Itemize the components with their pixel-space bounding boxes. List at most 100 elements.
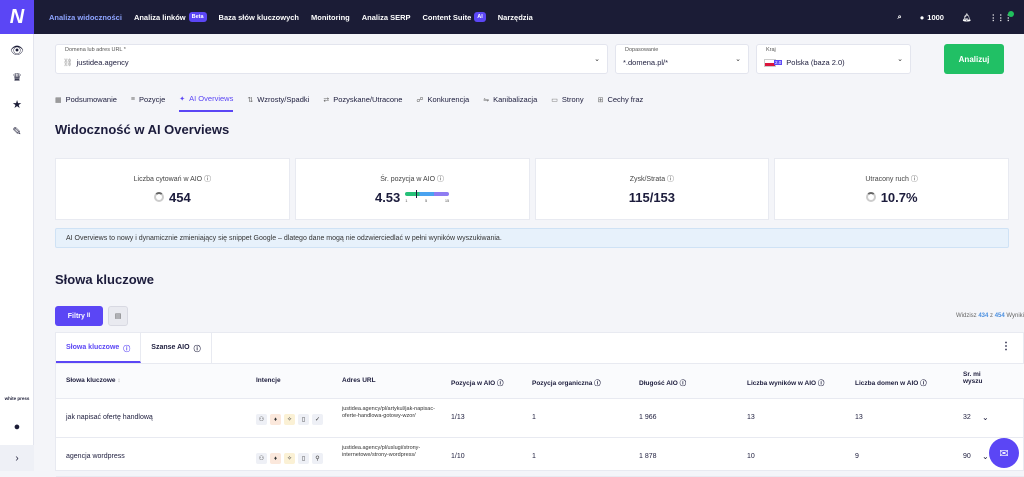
results-shown: 434 xyxy=(978,313,989,319)
tab-cannibalization[interactable]: ⇋ Kanibalizacja xyxy=(483,94,537,112)
subtab-keywords[interactable]: Słowa kluczowe ⓘ xyxy=(56,333,142,363)
col-organic-position[interactable]: Pozycja organiczna ⓘ xyxy=(532,377,601,387)
search-icon[interactable]: ⌕ xyxy=(898,12,902,22)
aio-length-cell: 1 878 xyxy=(639,453,657,460)
col-aio-length[interactable]: Długość AIO ⓘ xyxy=(639,377,686,387)
col-intents[interactable]: Intencje xyxy=(256,377,281,384)
wrench-icon[interactable]: ✎ xyxy=(0,125,34,138)
aio-length-cell: 1 966 xyxy=(639,414,657,421)
results-prefix: Widzisz xyxy=(955,313,977,319)
app-logo[interactable]: N xyxy=(0,0,34,34)
col-aio-results[interactable]: Liczba wyników w AIO ⓘ xyxy=(747,377,824,387)
table-header: Słowa kluczowe ↕ Intencje Adres URL Pozy… xyxy=(56,363,1024,399)
nav-serp-analysis[interactable]: Analiza SERP xyxy=(362,13,411,22)
metric-value: 115/153 xyxy=(628,189,676,205)
credits-counter[interactable]: ● 1000 xyxy=(920,13,944,22)
filters-label: Filtry xyxy=(67,312,85,320)
domain-field[interactable]: Domena lub adres URL * ⛓ justidea.agency … xyxy=(55,44,608,74)
credits-value: 1000 xyxy=(927,12,944,22)
metric-label-wrap: Liczba cytowań w AIO ⓘ xyxy=(134,174,211,184)
nav-keyword-database[interactable]: Baza słów kluczowych xyxy=(219,13,299,22)
url-cell[interactable]: justidea.agency/pl/artykul/jak-napisac-o… xyxy=(342,406,442,420)
nav-tools[interactable]: Narzędzia xyxy=(498,13,533,22)
star-icon[interactable]: ★ xyxy=(0,98,34,111)
chat-support-button[interactable]: ✉ xyxy=(989,438,1019,468)
tab-competition[interactable]: ☍ Konkurencja xyxy=(416,94,469,112)
status-dot xyxy=(1008,10,1014,17)
col-label: Długość AIO xyxy=(639,380,678,387)
tab-label: Podsumowanie xyxy=(65,95,117,104)
match-select[interactable]: Dopasowanie *.domena.pl/* ⌄ xyxy=(615,44,749,74)
tab-gains-losses[interactable]: ⇅ Wzrosty/Spadki xyxy=(247,94,309,112)
trophy-icon[interactable]: ♛ xyxy=(0,71,34,84)
expand-sidebar-button[interactable]: › xyxy=(0,445,34,471)
top-navigation-bar: N Analiza widoczności Analiza linków Beta… xyxy=(0,0,1024,34)
more-options-icon[interactable]: ⋮ xyxy=(1001,341,1011,352)
nav-visibility-analysis[interactable]: Analiza widoczności xyxy=(49,13,122,22)
apps-grid-icon[interactable]: ⋮⋮⋮ xyxy=(990,10,1014,22)
analysis-tabs: ▦ Podsumowanie ≡ Pozycje ✦ AI Overviews ⇅ Wz… xyxy=(55,94,643,112)
lightbulb-icon[interactable]: ● xyxy=(0,421,34,433)
col-label: Pozycja w AIO xyxy=(451,380,496,387)
nav-monitoring[interactable]: Monitoring xyxy=(311,13,350,22)
tab-phrase-features[interactable]: ⊞ Cechy fraz xyxy=(598,94,644,112)
country-select[interactable]: Kraj 2.0 Polska (baza 2.0) ⌄ xyxy=(756,44,911,74)
subtab-aio-opportunities[interactable]: Szanse AIO ⓘ xyxy=(141,333,212,363)
info-icon[interactable]: ⓘ xyxy=(667,176,674,183)
tab-acquired-lost[interactable]: ⇄ Pozyskane/Utracone xyxy=(323,94,402,112)
metric-cards: Liczba cytowań w AIO ⓘ 454 Śr. pozycja w… xyxy=(55,158,1009,220)
tab-summary[interactable]: ▦ Podsumowanie xyxy=(55,94,117,112)
col-aio-position[interactable]: Pozycja w AIO ⓘ xyxy=(451,377,504,387)
col-avg-search[interactable]: Śr. mi wyszu xyxy=(963,371,993,391)
metric-label: Liczba cytowań w AIO xyxy=(133,175,203,183)
organic-position-cell: 1 xyxy=(532,414,536,421)
bell-icon[interactable]: 🔔︎ xyxy=(962,13,972,22)
cannibalization-icon: ⇋ xyxy=(483,96,490,104)
nav-link-analysis[interactable]: Analiza linków Beta xyxy=(134,12,207,22)
domain-value-wrap: ⛓ justidea.agency xyxy=(63,58,129,67)
metric-value-wrap: 454 xyxy=(154,190,191,205)
match-value: *.domena.pl/* xyxy=(623,58,669,67)
loading-icon xyxy=(154,192,165,202)
info-icon: ⓘ xyxy=(679,380,687,387)
col-aio-domains[interactable]: Liczba domen w AIO ⓘ xyxy=(855,377,927,387)
table-row[interactable]: agencja wordpress ⚇ ♦ ✧ ▯ ⚲ justidea.age… xyxy=(56,439,1024,477)
info-icon[interactable]: ⓘ xyxy=(204,176,211,183)
filters-button[interactable]: Filtry II xyxy=(55,306,103,326)
page-title: Widoczność w AI Overviews xyxy=(55,122,230,137)
subtab-label: Słowa kluczowe xyxy=(66,344,120,351)
main-content: Domena lub adres URL * ⛓ justidea.agency … xyxy=(34,34,1024,477)
competition-icon: ☍ xyxy=(416,96,424,104)
compass-icon: ✧ xyxy=(284,453,295,464)
tab-ai-overviews[interactable]: ✦ AI Overviews xyxy=(179,94,234,112)
save-filter-button[interactable]: ▤ xyxy=(108,306,128,326)
expand-row-icon[interactable]: ⌄ xyxy=(982,452,989,461)
results-suffix: Wyniki xyxy=(1006,313,1024,319)
table-row[interactable]: jak napisać ofertę handlową ⚇ ♦ ✧ ▯ ✓ ju… xyxy=(56,400,1024,438)
analyze-button[interactable]: Analizuj xyxy=(944,44,1004,74)
organic-position-cell: 1 xyxy=(532,453,536,460)
info-icon[interactable]: ⓘ xyxy=(911,176,918,183)
eye-icon[interactable]: 👁︎ xyxy=(0,44,34,57)
aio-position-cell: 1/13 xyxy=(451,414,465,421)
expand-row-icon[interactable]: ⌄ xyxy=(982,413,989,422)
url-cell[interactable]: justidea.agency/pl/uslugi/strony-interne… xyxy=(342,445,442,459)
filters-bar: Domena lub adres URL * ⛓ justidea.agency … xyxy=(55,44,1015,74)
metric-label: Zysk/Strata xyxy=(629,175,666,183)
intents-cell: ⚇ ♦ ✧ ▯ ⚲ xyxy=(256,453,323,464)
col-url[interactable]: Adres URL xyxy=(342,377,376,384)
col-keyword[interactable]: Słowa kluczowe ↕ xyxy=(66,377,121,384)
nav-link-analysis-label: Analiza linków xyxy=(133,12,186,22)
col-label: Słowa kluczowe xyxy=(66,377,116,384)
nav-content-suite[interactable]: Content Suite AI xyxy=(423,12,486,22)
col-label: Liczba wyników w AIO xyxy=(747,380,817,387)
tab-positions[interactable]: ≡ Pozycje xyxy=(131,94,165,112)
tab-pages[interactable]: ▭ Strony xyxy=(551,94,583,112)
info-icon[interactable]: ⓘ xyxy=(437,176,444,183)
info-icon: ⓘ xyxy=(594,380,601,387)
metric-value-wrap: 4.53 1 5 15 xyxy=(375,190,450,205)
col-label: Pozycja organiczna xyxy=(532,380,593,387)
aio-results-cell: 10 xyxy=(747,453,755,460)
coins-icon: ● xyxy=(919,12,925,22)
people-icon: ⚇ xyxy=(256,414,267,425)
